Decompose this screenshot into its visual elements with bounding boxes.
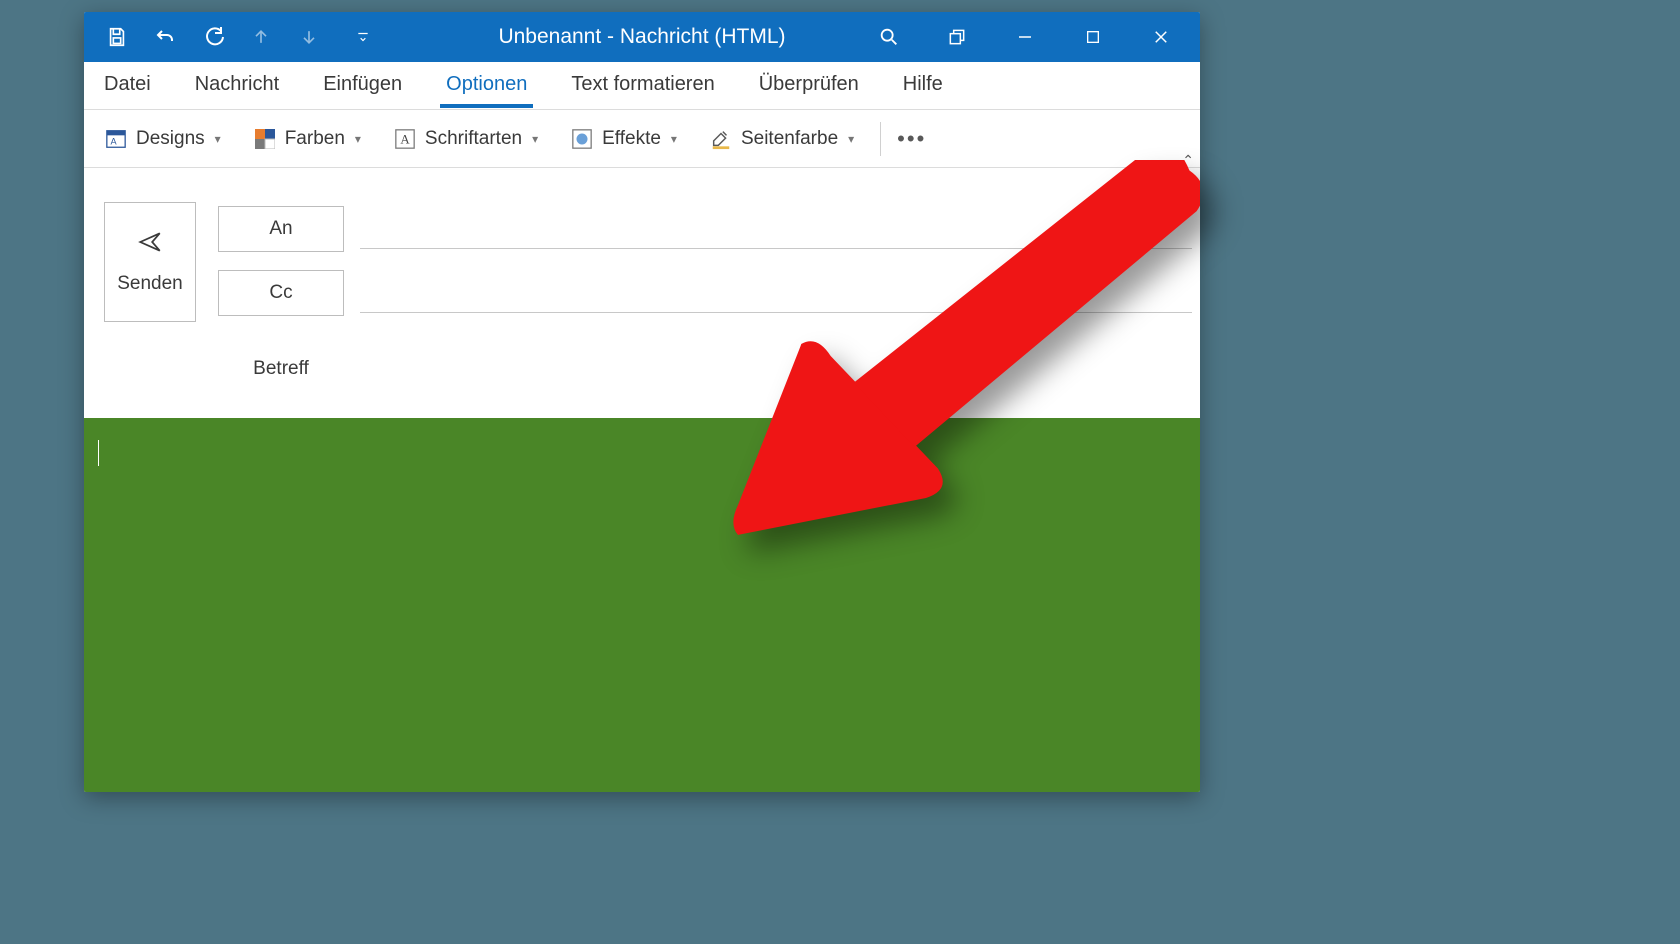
- window-title: Unbenannt - Nachricht (HTML): [498, 25, 785, 49]
- arrow-down-icon[interactable]: [294, 22, 324, 52]
- chevron-down-icon: ▾: [532, 132, 538, 146]
- outlook-compose-window: Unbenannt - Nachricht (HTML): [84, 12, 1200, 792]
- arrow-up-icon[interactable]: [246, 22, 276, 52]
- tab-message[interactable]: Nachricht: [189, 63, 285, 108]
- search-icon[interactable]: [874, 22, 904, 52]
- to-row: An: [218, 202, 1192, 256]
- colors-button[interactable]: Farben ▾: [245, 123, 369, 155]
- redo-icon[interactable]: [198, 22, 228, 52]
- titlebar: Unbenannt - Nachricht (HTML): [84, 12, 1200, 62]
- tab-format-text[interactable]: Text formatieren: [565, 63, 720, 108]
- compose-fields: An Cc Betreff: [218, 202, 1192, 396]
- ribbon-options-group: A Designs ▾ Farben ▾ A Schriftarten ▾ Ef…: [84, 110, 1200, 168]
- mail-body-editor[interactable]: [84, 418, 1200, 792]
- chevron-down-icon: ▾: [848, 132, 854, 146]
- quick-access-toolbar: [84, 22, 378, 52]
- cc-label: Cc: [269, 282, 292, 304]
- page-color-label: Seitenfarbe: [741, 128, 838, 150]
- collapse-ribbon-icon[interactable]: ⌃: [1182, 152, 1194, 169]
- more-commands-icon[interactable]: •••: [891, 126, 932, 152]
- to-input[interactable]: [360, 209, 1192, 249]
- svg-text:A: A: [400, 132, 410, 146]
- subject-label: Betreff: [218, 358, 344, 380]
- send-label: Senden: [117, 273, 183, 295]
- ribbon-separator: [880, 122, 881, 156]
- effects-icon: [570, 127, 594, 151]
- designs-button[interactable]: A Designs ▾: [96, 123, 229, 155]
- save-icon[interactable]: [102, 22, 132, 52]
- text-caret: [98, 440, 99, 466]
- minimize-icon[interactable]: [1010, 22, 1040, 52]
- to-button[interactable]: An: [218, 206, 344, 252]
- compose-header: Senden An Cc Betreff: [84, 168, 1200, 396]
- colors-icon: [253, 127, 277, 151]
- chevron-down-icon: ▾: [671, 132, 677, 146]
- close-icon[interactable]: [1146, 22, 1176, 52]
- fonts-icon: A: [393, 127, 417, 151]
- tab-options[interactable]: Optionen: [440, 63, 533, 108]
- svg-text:A: A: [111, 136, 118, 146]
- cc-row: Cc: [218, 266, 1192, 320]
- qat-customize-icon[interactable]: [348, 22, 378, 52]
- effects-label: Effekte: [602, 128, 661, 150]
- subject-input[interactable]: [360, 349, 1192, 389]
- cc-button[interactable]: Cc: [218, 270, 344, 316]
- cc-input[interactable]: [360, 273, 1192, 313]
- maximize-icon[interactable]: [1078, 22, 1108, 52]
- undo-icon[interactable]: [150, 22, 180, 52]
- to-label: An: [269, 218, 292, 240]
- designs-label: Designs: [136, 128, 205, 150]
- send-button[interactable]: Senden: [104, 202, 196, 322]
- designs-icon: A: [104, 127, 128, 151]
- tab-insert[interactable]: Einfügen: [317, 63, 408, 108]
- chevron-down-icon: ▾: [215, 132, 221, 146]
- fonts-label: Schriftarten: [425, 128, 522, 150]
- window-controls: [874, 22, 1200, 52]
- send-icon: [133, 229, 167, 261]
- chevron-down-icon: ▾: [355, 132, 361, 146]
- fonts-button[interactable]: A Schriftarten ▾: [385, 123, 546, 155]
- ribbon-tabs: Datei Nachricht Einfügen Optionen Text f…: [84, 62, 1200, 110]
- tab-help[interactable]: Hilfe: [897, 63, 949, 108]
- tab-file[interactable]: Datei: [98, 63, 157, 108]
- page-color-icon: [709, 127, 733, 151]
- colors-label: Farben: [285, 128, 345, 150]
- tab-review[interactable]: Überprüfen: [753, 63, 865, 108]
- restore-window-icon[interactable]: [942, 22, 972, 52]
- subject-row: Betreff: [218, 342, 1192, 396]
- effects-button[interactable]: Effekte ▾: [562, 123, 685, 155]
- page-color-button[interactable]: Seitenfarbe ▾: [701, 123, 862, 155]
